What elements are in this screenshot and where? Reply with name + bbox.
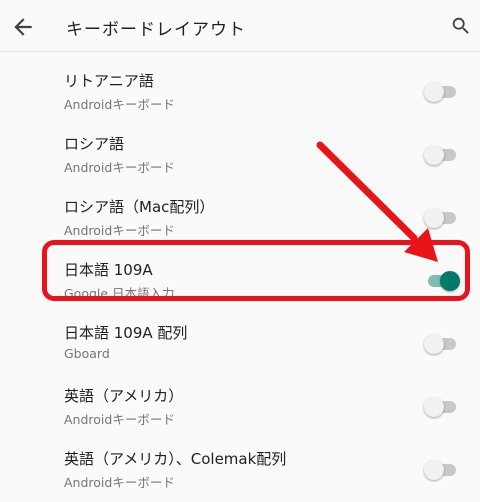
search-icon[interactable] [450,15,472,37]
layout-toggle[interactable] [424,397,460,417]
page-title: キーボードレイアウト [66,20,246,40]
layout-item-russian[interactable]: ロシア語 Androidキーボード [0,123,480,186]
layout-item-english-us[interactable]: 英語（アメリカ） Androidキーボード [0,375,480,438]
layout-name: 日本語 109A 配列 [64,324,188,342]
layout-subtitle: Androidキーボード [64,97,175,112]
layout-name: リトアニア語 [64,72,154,90]
layout-item-japanese-109a-gboard[interactable]: 日本語 109A 配列 Gboard [0,312,480,375]
layout-toggle[interactable] [424,208,460,228]
toggle-thumb [424,208,444,228]
layout-subtitle: Gboard [64,346,110,361]
layout-toggle[interactable] [424,82,460,102]
layout-subtitle: Androidキーボード [64,412,175,427]
layout-item-english-us-colemak[interactable]: 英語（アメリカ）、Colemak配列 Androidキーボード [0,438,480,501]
layout-name: 英語（アメリカ）、Colemak配列 [64,450,287,468]
toggle-thumb [424,145,444,165]
layout-subtitle: Androidキーボード [64,223,175,238]
layout-name: ロシア語（Mac配列） [64,198,215,216]
layout-toggle[interactable] [424,460,460,480]
toggle-thumb [424,460,444,480]
arrow-left-icon[interactable] [10,14,36,40]
layout-name: 英語（アメリカ） [64,387,184,405]
layout-subtitle: Androidキーボード [64,475,175,490]
app-bar: キーボードレイアウト [0,0,480,52]
toggle-thumb [424,334,444,354]
layout-toggle[interactable] [424,334,460,354]
annotation-highlight-box [42,240,470,301]
layout-toggle[interactable] [424,145,460,165]
layout-item-lithuanian[interactable]: リトアニア語 Androidキーボード [0,60,480,123]
toggle-thumb [424,397,444,417]
layout-subtitle: Androidキーボード [64,160,175,175]
toggle-thumb [424,82,444,102]
layout-name: ロシア語 [64,135,125,153]
